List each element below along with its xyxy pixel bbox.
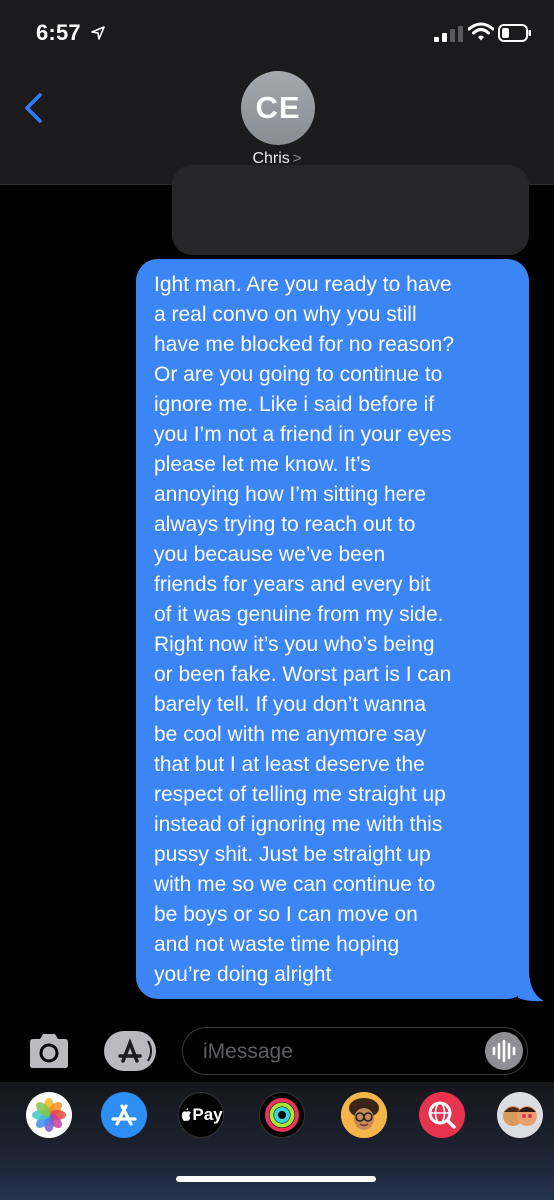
activity-icon (265, 1098, 299, 1132)
location-arrow-icon (91, 26, 105, 40)
sent-message-text: Ight man. Are you ready to have a real c… (154, 273, 455, 986)
app-store-icon (111, 1104, 137, 1126)
memoji-stickers-icon (503, 1106, 537, 1126)
memoji-stickers-app-button[interactable] (497, 1092, 543, 1138)
back-chevron-icon[interactable] (22, 92, 46, 124)
web-search-icon (428, 1101, 456, 1129)
contact-initials: CE (255, 90, 301, 125)
battery-icon (498, 24, 531, 42)
cellular-signal-icon (434, 26, 463, 42)
app-store-app-button[interactable] (101, 1092, 147, 1138)
apple-pay-app-button[interactable]: Pay (178, 1092, 224, 1138)
wifi-icon (468, 22, 494, 41)
imessage-placeholder: iMessage (203, 1040, 293, 1063)
app-store-icon (118, 1038, 152, 1063)
imessage-input[interactable]: iMessage (182, 1027, 528, 1075)
waveform-icon (492, 1039, 516, 1063)
contact-avatar[interactable]: CE (241, 71, 315, 145)
apple-pay-label: Pay (192, 1105, 223, 1124)
apple-pay-icon (182, 1108, 192, 1121)
memoji-icon (341, 1092, 387, 1138)
web-search-app-button[interactable] (419, 1092, 465, 1138)
conversation-header: 6:57 CE Chris > (0, 0, 554, 185)
camera-icon[interactable] (26, 1032, 72, 1070)
status-time: 6:57 (36, 20, 81, 45)
photos-icon (32, 1098, 66, 1132)
photos-app-button[interactable] (26, 1092, 72, 1138)
audio-message-button[interactable] (485, 1032, 523, 1070)
previous-message-bubble (172, 165, 529, 255)
app-store-drawer-button[interactable] (104, 1031, 156, 1071)
activity-app-button[interactable] (259, 1092, 305, 1138)
memoji-app-button[interactable] (341, 1092, 387, 1138)
home-indicator (176, 1176, 376, 1182)
